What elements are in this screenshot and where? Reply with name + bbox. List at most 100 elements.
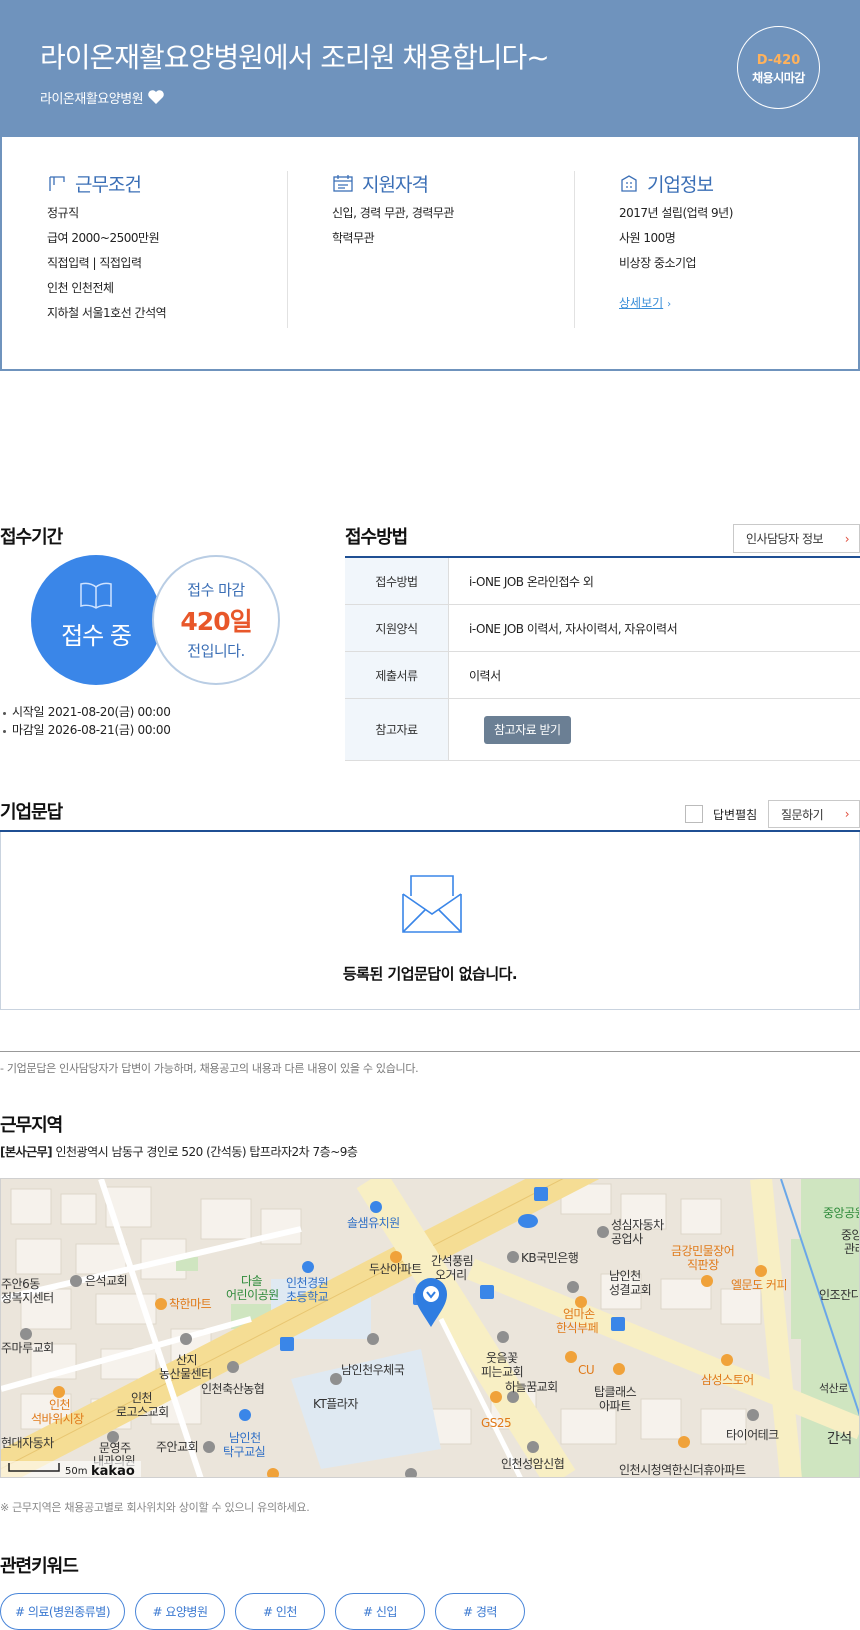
map-label: 은석교회 <box>85 1274 127 1288</box>
unfold-checkbox[interactable] <box>685 805 703 823</box>
work-item: 인천 인천전체 <box>47 281 114 295</box>
map-label: 주안6동 <box>1 1277 40 1291</box>
map-label: 다솔 <box>241 1274 263 1288</box>
company-detail-link[interactable]: 상세보기 <box>619 296 663 310</box>
address-text: 인천광역시 남동구 경인로 520 (간석동) 탑프라자2차 7층~9층 <box>55 1145 358 1159</box>
ask-question-label: 질문하기 <box>781 807 824 822</box>
work-item: 정규직 <box>47 206 79 220</box>
unfold-label: 답변펼침 <box>713 807 758 822</box>
map-label: 인천축산농협 <box>201 1381 264 1396</box>
ask-question-button[interactable]: 질문하기 › <box>768 800 860 828</box>
table-row: 제출서류 이력서 <box>345 652 860 699</box>
work-item: 직접입력 | 직접입력 <box>47 256 142 270</box>
row-label: 지원양식 <box>345 605 449 651</box>
map-label: CU <box>578 1363 594 1377</box>
work-conditions: 근무조건 정규직 급여 2000~2500만원 직접입력 | 직접입력 인천 인… <box>47 171 327 330</box>
map-label: 탑클래스 <box>594 1385 637 1399</box>
heart-icon[interactable] <box>146 87 166 107</box>
map-label: 웃음꽃 <box>486 1351 518 1365</box>
keyword-tag[interactable]: # 신입 <box>335 1593 425 1630</box>
qa-empty-box: 등록된 기업문답이 없습니다. <box>0 832 860 1010</box>
method-title: 접수방법 <box>345 527 408 548</box>
dday-count: D-420 <box>756 53 801 68</box>
map-label: 중앙공원 <box>823 1206 860 1220</box>
qa-empty-message: 등록된 기업문답이 없습니다. <box>342 965 518 983</box>
map-label: 착한마트 <box>169 1297 212 1311</box>
download-reference-button[interactable]: 참고자료 받기 <box>484 715 571 744</box>
map-label: 석바위시장 <box>31 1412 84 1426</box>
keyword-tag[interactable]: # 의료(병원종류별) <box>0 1593 125 1630</box>
qualify-item: 학력무관 <box>332 231 375 245</box>
period-title: 접수기간 <box>0 527 63 548</box>
method-table: 접수방법 i-ONE JOB 온라인접수 외 지원양식 i-ONE JOB 이력서,… <box>345 556 860 761</box>
map-label: KT플라자 <box>313 1397 358 1411</box>
map-label: 타이어테크 <box>726 1428 779 1442</box>
unfold-answers[interactable]: 답변펼침 <box>685 805 757 823</box>
status-circle: 접수 중 <box>31 555 161 685</box>
work-item: 급여 2000~2500만원 <box>47 231 160 245</box>
row-label: 참고자료 <box>345 699 449 760</box>
qualifications: 지원자격 신입, 경력 무관, 경력무관 학력무관 <box>332 171 612 255</box>
map-label: 중앙 <box>841 1228 860 1242</box>
row-value: i-ONE JOB 온라인접수 외 <box>469 574 594 589</box>
location-map[interactable]: 솔샘유치원 두산아파트 간석풍림 오거리 KB국민은행 성심자동차 공업사 금강… <box>0 1178 860 1478</box>
deadline-type: 채용시마감 <box>752 71 805 85</box>
work-address: [본사근무] 인천광역시 남동구 경인로 520 (간석동) 탑프라자2차 7층… <box>0 1143 358 1160</box>
map-label: GS25 <box>481 1416 511 1430</box>
map-label: 엘문도 커피 <box>731 1278 787 1292</box>
end-date: 마감일 2026-08-21(금) 00:00 <box>3 723 171 737</box>
map-label: 두산아파트 <box>369 1262 422 1276</box>
work-conditions-title: 근무조건 <box>75 173 142 196</box>
flag-icon <box>49 176 65 191</box>
dday-badge: D-420 채용시마감 <box>737 26 820 109</box>
table-row: 접수방법 i-ONE JOB 온라인접수 외 <box>345 558 860 605</box>
map-label: 금강민물장어 <box>671 1244 734 1258</box>
map-canvas[interactable]: 솔샘유치원 두산아파트 간석풍림 오거리 KB국민은행 성심자동차 공업사 금강… <box>1 1179 860 1478</box>
map-label: 남인천 <box>229 1430 261 1445</box>
qa-note: - 기업문답은 인사담당자가 답변이 가능하며, 채용공고의 내용과 다른 내용… <box>0 1062 419 1075</box>
keyword-tag[interactable]: # 경력 <box>435 1593 525 1630</box>
building-icon <box>621 175 637 192</box>
company-item: 비상장 중소기업 <box>619 256 697 270</box>
map-label: 오거리 <box>435 1268 467 1282</box>
map-scale: 50m kakao <box>1 1461 141 1477</box>
map-label: 관리 <box>844 1242 860 1256</box>
map-label: 남인천 <box>609 1268 641 1283</box>
job-title: 라이온재활요양병원에서 조리원 채용합니다~ <box>40 41 550 74</box>
map-label: 하늘꿈교회 <box>505 1380 558 1394</box>
map-label: 엄마손 <box>563 1307 595 1321</box>
divider <box>287 171 288 328</box>
keyword-tag[interactable]: # 인천 <box>235 1593 325 1630</box>
map-label: 아파트 <box>599 1399 631 1413</box>
hr-info-button[interactable]: 인사담당자 정보 › <box>733 524 860 553</box>
company-info: 기업정보 2017년 설립(업력 9년) 사원 100명 비상장 중소기업 상세… <box>619 171 860 311</box>
company-info-title: 기업정보 <box>647 173 714 196</box>
map-label: 농산물센터 <box>159 1367 212 1381</box>
location-title: 근무지역 <box>0 1115 63 1136</box>
divider <box>574 171 575 328</box>
company-name[interactable]: 라이온재활요양병원 <box>40 88 144 107</box>
work-item: 지하철 서울1호선 간석역 <box>47 306 167 320</box>
days-left: 420일 <box>180 607 252 636</box>
map-label: 주안교회 <box>156 1440 198 1454</box>
keyword-tag[interactable]: # 요양병원 <box>135 1593 225 1630</box>
map-label: 정복지센터 <box>1 1291 54 1305</box>
company-item: 2017년 설립(업력 9년) <box>619 206 733 220</box>
map-label: 탁구교실 <box>223 1445 265 1459</box>
table-row: 지원양식 i-ONE JOB 이력서, 자사이력서, 자유이력서 <box>345 605 860 652</box>
deadline-circle: 접수 마감 420일 전입니다. <box>152 555 280 685</box>
map-label: 피는교회 <box>481 1365 523 1379</box>
deadline-label: 접수 마감 <box>187 581 245 599</box>
map-label: 삼성스토어 <box>701 1373 754 1387</box>
map-label: 석산로 <box>819 1382 848 1395</box>
qualify-item: 신입, 경력 무관, 경력무관 <box>332 206 454 220</box>
map-label: KB국민은행 <box>521 1250 578 1265</box>
row-label: 접수방법 <box>345 558 449 604</box>
calendar-icon <box>333 175 353 192</box>
address-tag: [본사근무] <box>0 1145 53 1159</box>
map-label: 공업사 <box>611 1232 643 1246</box>
map-label: 주마루교회 <box>1 1341 54 1355</box>
period-dates: 시작일 2021-08-20(금) 00:00 마감일 2026-08-21(금… <box>3 703 171 739</box>
map-label: 인천시청역한신더휴아파트 <box>619 1462 746 1477</box>
chevron-right-icon: › <box>667 299 672 310</box>
